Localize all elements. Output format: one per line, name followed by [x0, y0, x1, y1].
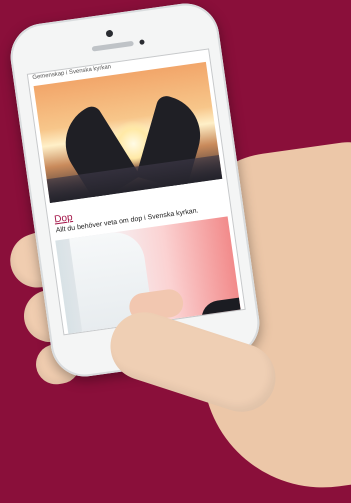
- front-camera-icon: [105, 29, 114, 38]
- phone-screen: Gemenskap i Svenska kyrkan Dop Allt du b…: [26, 48, 246, 336]
- proximity-sensor: [139, 39, 145, 45]
- hero-image-heart-hands[interactable]: [33, 61, 223, 203]
- dark-sleeve: [199, 297, 243, 325]
- earpiece-speaker: [91, 40, 134, 52]
